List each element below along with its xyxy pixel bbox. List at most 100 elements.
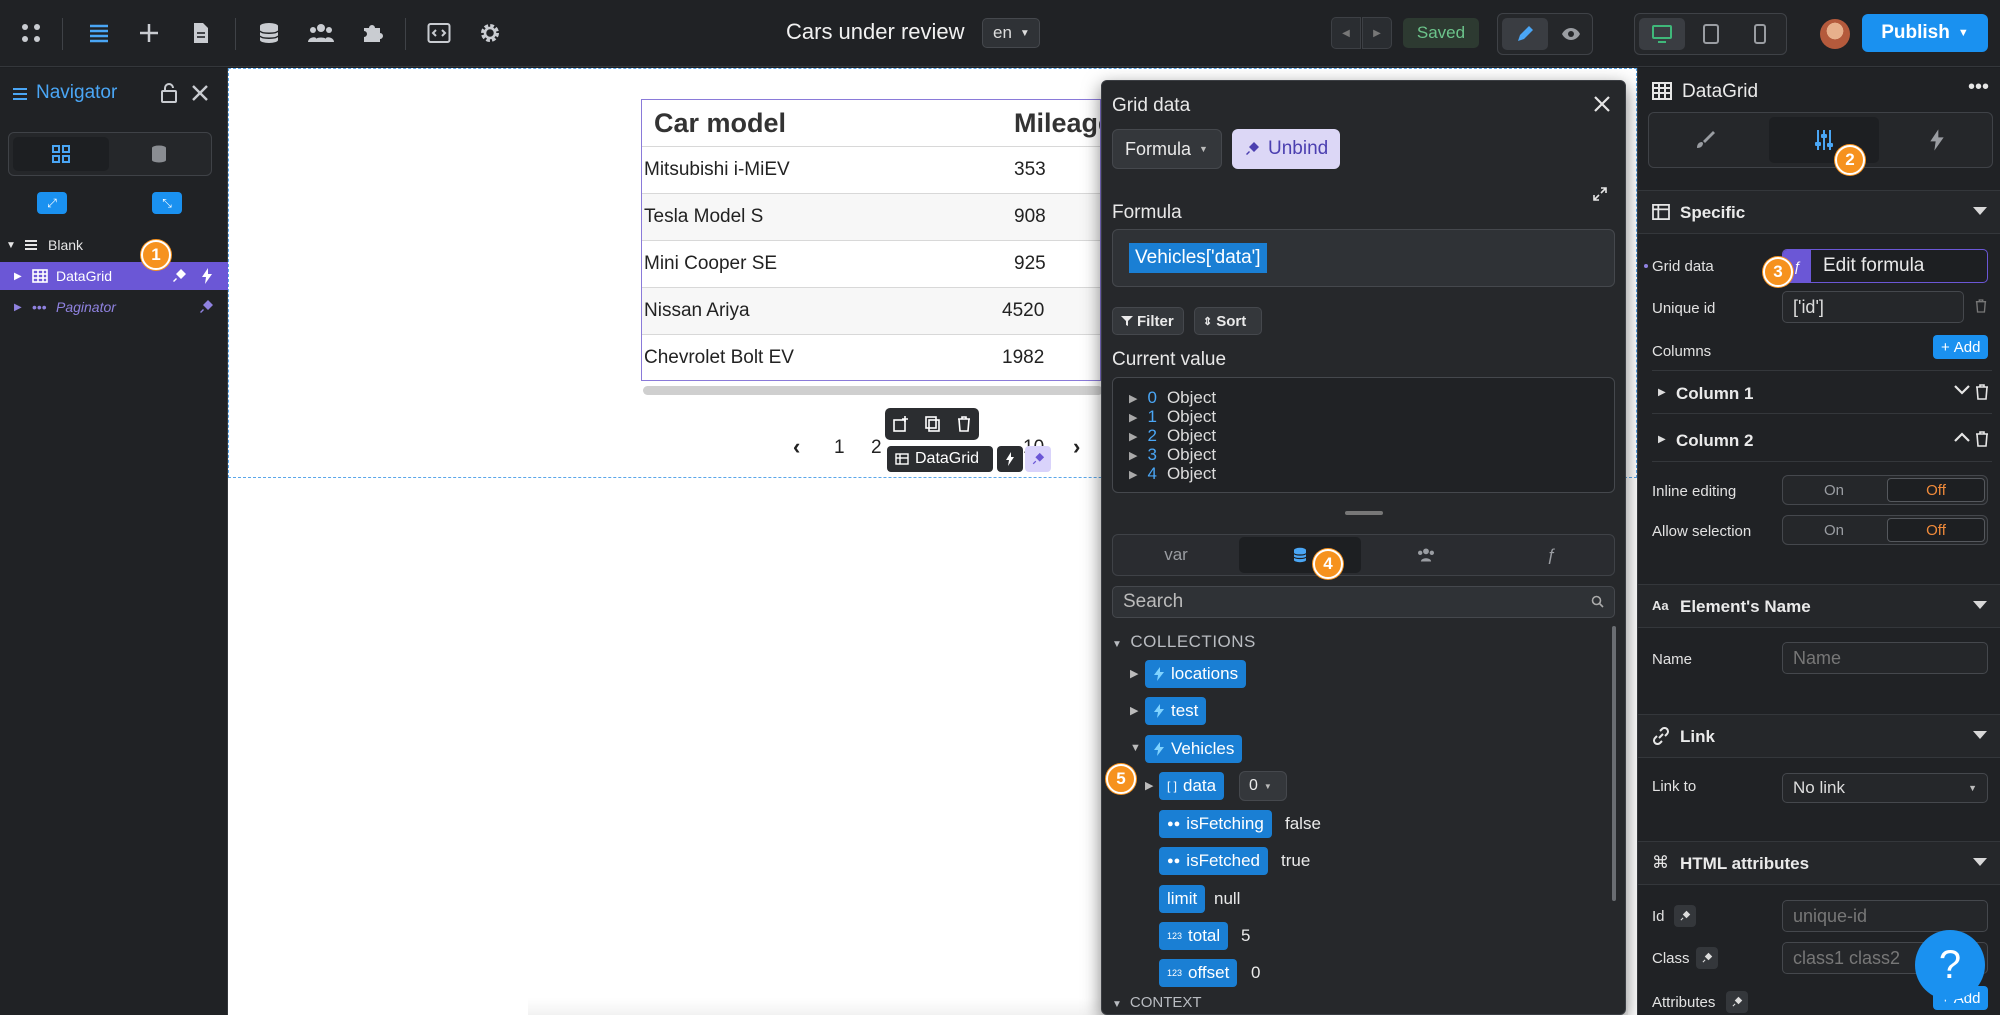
duplicate-icon[interactable] — [925, 416, 941, 432]
tab-layout[interactable] — [13, 137, 109, 171]
vehicles-isfetched-property[interactable]: ●● isFetched — [1159, 847, 1268, 875]
tab-data[interactable] — [111, 137, 207, 171]
datagrid-element-chip[interactable]: DataGrid — [887, 446, 993, 472]
chevron-down-icon[interactable] — [1954, 384, 1970, 396]
plug-icon[interactable] — [198, 299, 214, 315]
binding-chip[interactable] — [1025, 446, 1051, 472]
bind-attributes-button[interactable] — [1726, 991, 1748, 1013]
database-icon[interactable] — [254, 18, 284, 48]
preview-mode-button[interactable] — [1548, 18, 1594, 50]
caret-right-icon[interactable]: ▶ — [1145, 779, 1153, 792]
code-window-icon[interactable] — [424, 18, 454, 48]
toggle-off[interactable]: Off — [1887, 518, 1985, 542]
list-item[interactable]: ▶ 1 Object — [1129, 407, 1216, 427]
page-link[interactable]: 1 — [834, 437, 845, 459]
id-input[interactable]: unique-id — [1782, 900, 1988, 932]
vehicles-total-property[interactable]: 123 total — [1159, 922, 1229, 950]
html-attributes-section-header[interactable]: ⌘ HTML attributes — [1638, 841, 2000, 885]
vehicles-offset-property[interactable]: 123 offset — [1159, 959, 1238, 987]
bind-class-button[interactable] — [1696, 947, 1718, 969]
help-button[interactable]: ? — [1915, 930, 1985, 1000]
table-row[interactable]: Mini Cooper SE 925 — [642, 240, 1100, 287]
link-section-header[interactable]: Link — [1638, 714, 2000, 758]
expand-icon[interactable] — [1593, 187, 1607, 201]
table-row[interactable]: Tesla Model S 908 — [642, 193, 1100, 240]
plugin-icon[interactable] — [357, 18, 387, 48]
plug-icon[interactable] — [171, 268, 187, 284]
page-icon[interactable] — [186, 18, 216, 48]
layers-list-icon[interactable] — [84, 18, 114, 48]
trash-icon[interactable] — [957, 416, 971, 432]
context-heading[interactable]: ▼ CONTEXT — [1112, 994, 1202, 1011]
mobile-view-button[interactable] — [1737, 18, 1783, 50]
inline-editing-toggle[interactable]: On Off — [1782, 475, 1988, 505]
apps-grid-icon[interactable] — [16, 18, 46, 48]
element-name-section-header[interactable]: Aa Element's Name — [1638, 584, 2000, 628]
vehicles-isfetching-property[interactable]: ●● isFetching — [1159, 810, 1272, 838]
tab-variables[interactable]: var — [1115, 537, 1237, 573]
list-item[interactable]: ▶ 2 Object — [1129, 426, 1216, 446]
tab-style[interactable] — [1653, 117, 1757, 163]
caret-right-icon[interactable]: ▶ — [1130, 704, 1138, 717]
array-index-select[interactable]: 0 ▼ — [1239, 771, 1287, 801]
column-item-2[interactable]: ▶ Column 2 — [1652, 418, 1992, 462]
settings-gear-icon[interactable] — [475, 18, 505, 48]
user-avatar[interactable] — [1820, 19, 1850, 49]
page-link[interactable]: 2 — [871, 437, 882, 459]
add-icon[interactable] — [134, 18, 164, 48]
tree-item-datagrid[interactable]: ▶ DataGrid — [0, 262, 228, 290]
desktop-view-button[interactable] — [1639, 18, 1685, 50]
collection-test[interactable]: test — [1145, 697, 1207, 725]
language-select[interactable]: en ▼ — [982, 18, 1040, 48]
horizontal-scrollbar[interactable] — [643, 386, 1103, 395]
toggle-on[interactable]: On — [1783, 516, 1885, 544]
collections-heading[interactable]: ▼ COLLECTIONS — [1112, 632, 1256, 652]
bind-id-button[interactable] — [1674, 905, 1696, 927]
caret-down-icon[interactable]: ▼ — [1130, 742, 1141, 754]
tab-workflows[interactable] — [1885, 117, 1989, 163]
collection-vehicles[interactable]: Vehicles — [1145, 735, 1243, 763]
workflow-chip[interactable] — [997, 446, 1023, 472]
edit-formula-button[interactable]: ƒ Edit formula — [1782, 249, 1988, 283]
toggle-off[interactable]: Off — [1887, 478, 1985, 502]
formula-editor[interactable]: Vehicles['data'] — [1112, 229, 1615, 287]
list-item[interactable]: ▶ 3 Object — [1129, 445, 1216, 465]
trash-icon[interactable] — [1975, 299, 1987, 313]
specific-section-header[interactable]: Specific — [1638, 190, 2000, 234]
trash-icon[interactable] — [1975, 431, 1989, 447]
trash-icon[interactable] — [1975, 384, 1989, 400]
caret-right-icon[interactable]: ▶ — [1130, 667, 1138, 680]
close-icon[interactable] — [1593, 95, 1611, 113]
unbind-button[interactable]: Unbind — [1232, 129, 1340, 169]
expand-all-button[interactable]: ⤢ — [37, 192, 67, 214]
column-item-1[interactable]: ▶ Column 1 — [1652, 370, 1992, 414]
binding-type-dropdown[interactable]: Formula ▼ — [1112, 129, 1222, 169]
vehicles-limit-property[interactable]: limit — [1159, 885, 1206, 913]
toggle-on[interactable]: On — [1783, 476, 1885, 504]
tree-item-blank[interactable]: ▼ Blank — [0, 231, 228, 259]
unique-id-input[interactable]: ['id'] — [1782, 291, 1964, 323]
list-item[interactable]: ▶ 4 Object — [1129, 464, 1216, 484]
undo-button[interactable]: ◀ — [1331, 17, 1361, 49]
table-row[interactable]: Nissan Ariya 4520 — [642, 287, 1100, 334]
prev-page-icon[interactable]: ‹ — [793, 434, 800, 460]
datagrid-table[interactable]: Car model Mileage Mitsubishi i-MiEV 353 … — [641, 99, 1101, 381]
table-row[interactable]: Chevrolet Bolt EV 1982 — [642, 334, 1100, 380]
tab-users[interactable] — [1365, 537, 1487, 573]
more-options-icon[interactable]: ••• — [1968, 76, 1989, 99]
list-item[interactable]: ▶ 0 Object — [1129, 388, 1216, 408]
filter-button[interactable]: Filter — [1112, 307, 1184, 335]
tab-formulas[interactable]: ƒ — [1490, 537, 1612, 573]
add-column-button[interactable]: + Add — [1933, 335, 1989, 359]
tablet-view-button[interactable] — [1688, 18, 1734, 50]
users-icon[interactable] — [306, 18, 336, 48]
sort-button[interactable]: ⇕ Sort — [1194, 307, 1262, 335]
name-input[interactable]: Name — [1782, 642, 1988, 674]
vehicles-data-property[interactable]: [ ] data — [1159, 772, 1225, 800]
collection-locations[interactable]: locations — [1145, 660, 1247, 688]
close-icon[interactable] — [191, 84, 209, 102]
next-page-icon[interactable]: › — [1073, 434, 1080, 460]
chevron-up-icon[interactable] — [1954, 431, 1970, 443]
table-row[interactable]: Mitsubishi i-MiEV 353 — [642, 146, 1100, 193]
popover-scrollbar[interactable] — [1612, 626, 1616, 901]
